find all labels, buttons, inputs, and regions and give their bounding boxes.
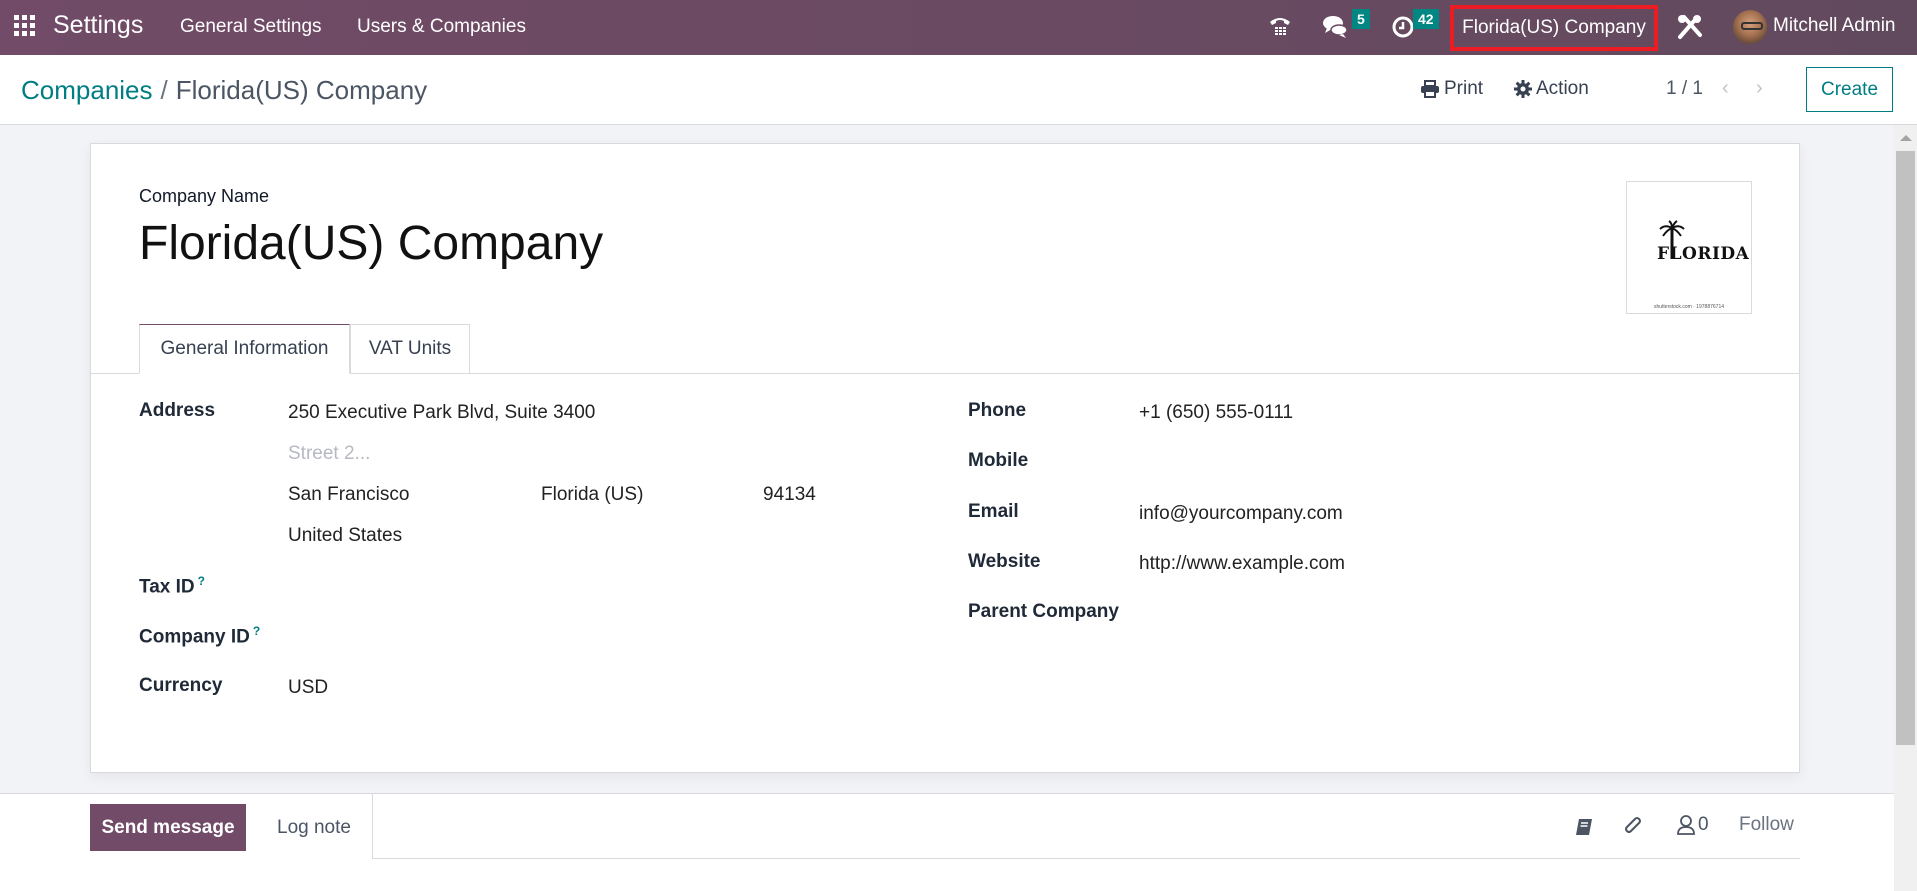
user-avatar[interactable] <box>1733 10 1767 44</box>
tax-id-label-text: Tax ID <box>139 576 195 598</box>
menu-users-companies[interactable]: Users & Companies <box>357 16 526 38</box>
action-label: Action <box>1536 78 1589 99</box>
control-panel: Companies / Florida(US) Company Print Acti… <box>0 55 1917 125</box>
city-field[interactable]: San Francisco <box>288 484 409 506</box>
app-menu-icon[interactable] <box>14 15 36 37</box>
email-label: Email <box>968 501 1019 522</box>
street-field[interactable]: 250 Executive Park Blvd, Suite 3400 <box>288 402 595 424</box>
zip-field[interactable]: 94134 <box>763 484 816 506</box>
print-label: Print <box>1444 78 1484 99</box>
phone-label: Phone <box>968 400 1027 421</box>
pager-value[interactable]: 1 / 1 <box>1666 78 1703 100</box>
logo-caption: shutterstock.com · 1978876714 <box>1653 304 1725 310</box>
tab-general-information[interactable]: General Information <box>139 324 350 374</box>
app-name[interactable]: Settings <box>53 11 143 40</box>
address-label: Address <box>139 400 216 421</box>
form-sheet: Company Name Florida(US) Company FLORIDA… <box>90 143 1800 773</box>
scrollbar-thumb[interactable] <box>1896 151 1915 745</box>
followers-button[interactable]: 0 <box>1676 814 1709 836</box>
currency-field[interactable]: USD <box>288 677 328 699</box>
printer-icon <box>1421 80 1439 98</box>
breadcrumb-separator: / <box>160 75 168 105</box>
paperclip-icon[interactable] <box>1622 816 1644 838</box>
messages-icon[interactable] <box>1322 12 1350 40</box>
create-button[interactable]: Create <box>1806 67 1893 112</box>
breadcrumb: Companies / Florida(US) Company <box>21 75 427 106</box>
follow-button[interactable]: Follow <box>1739 814 1794 836</box>
breadcrumb-current: Florida(US) Company <box>175 75 428 105</box>
top-navbar: Settings General Settings Users & Compan… <box>0 0 1917 55</box>
company-logo[interactable]: FLORIDA shutterstock.com · 1978876714 <box>1626 181 1752 314</box>
street2-field[interactable]: Street 2... <box>288 443 370 465</box>
help-icon[interactable]: ? <box>253 624 260 638</box>
tax-id-label: Tax ID? <box>139 574 205 598</box>
menu-general-settings[interactable]: General Settings <box>180 16 322 38</box>
pager-next-icon[interactable]: › <box>1756 77 1763 100</box>
company-switcher[interactable]: Florida(US) Company <box>1450 5 1658 51</box>
pager-previous-icon[interactable]: ‹ <box>1722 77 1729 100</box>
tools-icon[interactable] <box>1676 13 1704 41</box>
state-field[interactable]: Florida (US) <box>541 484 643 506</box>
parent-company-label: Parent Company <box>968 601 1119 622</box>
company-name-label: Company Name <box>139 186 270 206</box>
website-label: Website <box>968 551 1041 572</box>
email-field[interactable]: info@yourcompany.com <box>1139 503 1343 525</box>
company-id-label-text: Company ID <box>139 626 250 648</box>
send-message-button[interactable]: Send message <box>90 804 246 851</box>
print-button[interactable]: Print <box>1420 78 1483 100</box>
action-button[interactable]: Action <box>1514 78 1589 100</box>
breadcrumb-companies[interactable]: Companies <box>21 75 153 105</box>
tab-vat-units[interactable]: VAT Units <box>350 324 470 374</box>
mobile-label: Mobile <box>968 450 1029 471</box>
chatter: Send message Log note 0 Follow <box>0 793 1894 891</box>
scroll-up-arrow-icon[interactable] <box>1900 135 1912 141</box>
activities-badge: 42 <box>1413 9 1439 29</box>
phone-icon[interactable] <box>1266 12 1294 40</box>
vertical-scrollbar[interactable] <box>1894 125 1917 891</box>
book-icon[interactable] <box>1573 816 1595 838</box>
website-field[interactable]: http://www.example.com <box>1139 553 1345 575</box>
user-icon <box>1677 815 1695 835</box>
country-field[interactable]: United States <box>288 525 402 547</box>
phone-field[interactable]: +1 (650) 555-0111 <box>1139 402 1293 424</box>
help-icon[interactable]: ? <box>198 574 205 588</box>
logo-text: FLORIDA <box>1657 244 1750 264</box>
messages-badge: 5 <box>1352 9 1370 29</box>
log-note-button[interactable]: Log note <box>257 804 371 851</box>
company-name-field[interactable]: Florida(US) Company <box>139 216 603 271</box>
currency-label: Currency <box>139 675 223 696</box>
gear-icon <box>1514 80 1532 98</box>
form-view: Company Name Florida(US) Company FLORIDA… <box>0 125 1894 793</box>
user-menu[interactable]: Mitchell Admin <box>1773 15 1896 37</box>
followers-count: 0 <box>1698 814 1709 835</box>
company-id-label: Company ID? <box>139 624 260 648</box>
